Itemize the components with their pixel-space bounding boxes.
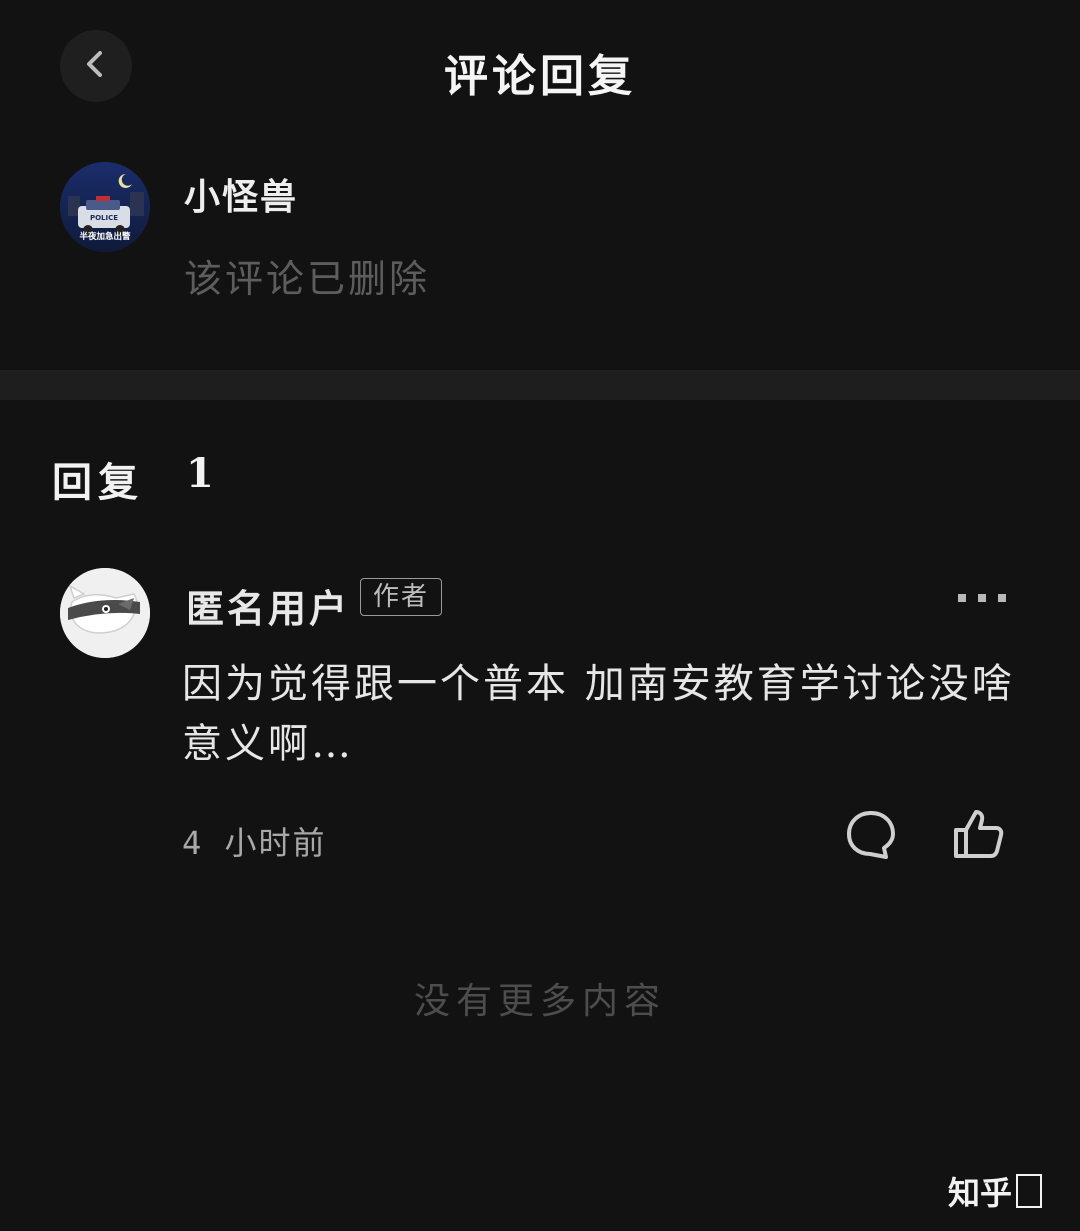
more-dots-icon[interactable] <box>958 588 1022 608</box>
zhihu-watermark: 知乎 <box>948 1168 1043 1214</box>
watermark-box-icon <box>1016 1174 1043 1208</box>
page-title: 评论回复 <box>444 51 636 102</box>
avatar[interactable]: POLICE 半夜加急出警 <box>60 162 150 252</box>
author-badge: 作者 <box>360 578 443 616</box>
no-more-content: 没有更多内容 <box>413 981 666 1022</box>
replies-count: 1 <box>186 450 214 497</box>
replies-label: 回复 <box>52 459 144 506</box>
comment-deleted-text: 该评论已删除 <box>184 257 431 301</box>
reply-author[interactable]: 匿名用户 <box>186 578 350 633</box>
avatar-police-sign: POLICE <box>90 214 118 222</box>
watermark-text: 知乎 <box>948 1174 1013 1212</box>
anonymous-avatar[interactable] <box>60 568 150 658</box>
comment-author[interactable]: 小怪兽 <box>184 168 298 220</box>
thumbs-up-icon[interactable] <box>950 806 1006 862</box>
comment-bubble-icon[interactable] <box>844 808 898 862</box>
section-divider <box>0 370 1080 400</box>
reply-timestamp: 4 小时前 <box>182 824 327 862</box>
avatar-caption: 半夜加急出警 <box>79 231 131 242</box>
reply-body: 因为觉得跟一个普本 加南安教育学讨论没啥意义啊… <box>182 661 1015 767</box>
